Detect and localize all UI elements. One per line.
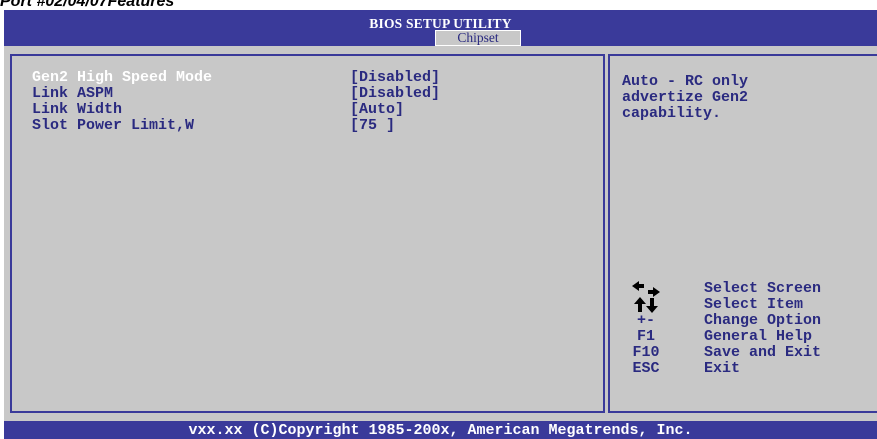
legend-desc: Change Option	[704, 312, 822, 329]
setting-value[interactable]: [Auto]	[350, 102, 404, 118]
setting-value[interactable]: [75 ]	[350, 118, 395, 134]
legend-desc: Select Screen	[704, 280, 822, 297]
legend-desc: Select Item	[704, 296, 804, 313]
legend-desc: General Help	[704, 328, 813, 345]
bios-window: BIOS SETUP UTILITY Chipset Gen2 High Spe…	[4, 10, 877, 439]
legend-desc: Save and Exit	[704, 344, 822, 361]
page-heading: Port #02/04/07Features	[0, 0, 175, 10]
setting-label: Slot Power Limit,W	[32, 117, 195, 134]
legend-row-change-option: +- Change Option	[622, 313, 872, 329]
setting-value[interactable]: [Disabled]	[350, 86, 440, 102]
tab-chipset[interactable]: Chipset	[435, 30, 521, 46]
legend-key: F1	[636, 328, 655, 345]
legend-row-select-item: Select Item	[622, 297, 872, 313]
setting-label: Gen2 High Speed Mode	[32, 69, 213, 86]
setting-label: Link ASPM	[32, 85, 114, 102]
setting-link-width[interactable]: Link Width [Auto]	[32, 102, 592, 118]
legend-row-select-screen: Select Screen	[622, 281, 872, 297]
legend-row-exit: ESC Exit	[622, 361, 872, 377]
settings-panel: Gen2 High Speed Mode [Disabled] Link ASP…	[10, 54, 605, 413]
legend-key: ESC	[632, 360, 660, 377]
legend-row-general-help: F1 General Help	[622, 329, 872, 345]
content-area: Gen2 High Speed Mode [Disabled] Link ASP…	[4, 46, 877, 421]
setting-link-aspm[interactable]: Link ASPM [Disabled]	[32, 86, 592, 102]
setting-slot-power-limit[interactable]: Slot Power Limit,W [75 ]	[32, 118, 592, 134]
legend-desc: Exit	[704, 360, 741, 377]
help-panel: Auto - RC only advertize Gen2 capability…	[608, 54, 877, 413]
setting-value[interactable]: [Disabled]	[350, 70, 440, 86]
copyright-footer: vxx.xx (C)Copyright 1985-200x, American …	[188, 422, 693, 439]
setting-gen2-high-speed-mode[interactable]: Gen2 High Speed Mode [Disabled]	[32, 70, 592, 86]
setting-label: Link Width	[32, 101, 123, 118]
legend-key: +-	[636, 312, 655, 329]
legend-key: F10	[632, 344, 660, 361]
legend-row-save-and-exit: F10 Save and Exit	[622, 345, 872, 361]
help-text: Auto - RC only advertize Gen2 capability…	[622, 73, 749, 122]
